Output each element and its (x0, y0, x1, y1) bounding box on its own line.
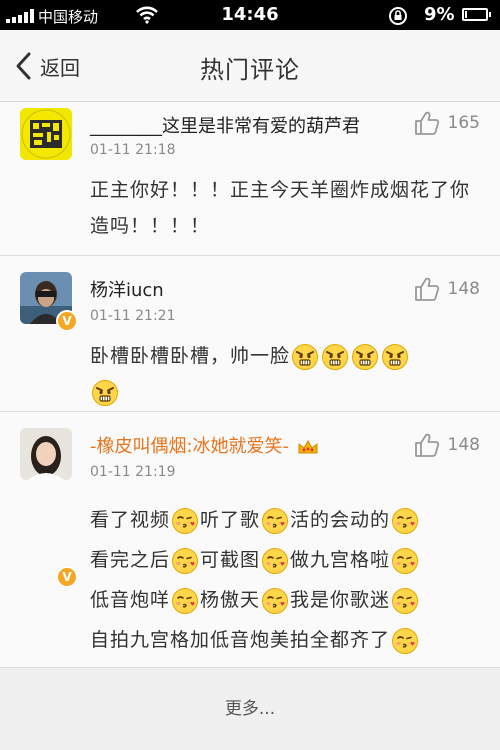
comment-time: 01-11 21:18 (90, 142, 176, 158)
comment-item: V 杨洋iucn 01-11 21:21 148 卧槽卧槽卧槽，帅一脸 (0, 256, 500, 412)
page-title: 热门评论 (200, 56, 300, 84)
kiss-emoji-icon (260, 507, 290, 534)
comment-text-fragment: 活的会动的 (290, 509, 391, 531)
like-button[interactable]: 148 (414, 276, 480, 302)
comment-username[interactable]: ________这里是非常有爱的葫芦君 (90, 112, 360, 138)
avatar[interactable] (20, 108, 72, 160)
verified-badge: V (56, 310, 78, 332)
comment-text-fragment: 看了视频 (90, 509, 171, 531)
like-button[interactable]: 165 (414, 110, 480, 136)
comment-text-fragment: 我是你歌迷 (290, 589, 391, 611)
comment-text-block: 卧槽卧槽卧槽，帅一脸 (90, 338, 485, 410)
avatar-image (20, 428, 72, 480)
status-bar: 中国移动 14:46 9% (0, 0, 500, 30)
comment-time: 01-11 21:19 (90, 464, 176, 480)
comment-text-fragment: 做九宫格啦 (290, 549, 391, 571)
kiss-emoji-icon-glyph (172, 587, 199, 614)
thumbs-up-icon (414, 277, 439, 301)
kiss-emoji-icon (170, 547, 200, 574)
kiss-emoji-icon (170, 507, 200, 534)
comment-username[interactable]: 杨洋iucn (90, 276, 164, 302)
comment-text-fragment: 低音炮咩 (90, 589, 171, 611)
crown-icon (298, 439, 318, 454)
kiss-emoji-icon-glyph (172, 547, 199, 574)
thumbs-up-icon (414, 111, 439, 135)
kiss-emoji-icon (390, 587, 420, 614)
battery-icon (462, 8, 491, 21)
comment-text-fragment: 杨傲天 (200, 589, 261, 611)
kiss-emoji-icon (390, 507, 420, 534)
like-count: 148 (447, 279, 480, 299)
like-button[interactable]: 148 (414, 432, 480, 458)
angry-emoji-icon-glyph (322, 343, 349, 370)
angry-emoji-icon-glyph (352, 343, 379, 370)
angry-emoji-icon (290, 343, 320, 370)
kiss-emoji-icon-glyph (392, 587, 419, 614)
angry-emoji-icon-glyph (382, 343, 409, 370)
comment-username[interactable]: -橡皮叫偶烟:冰她就爱笑- (90, 432, 319, 458)
vip-username-text: -橡皮叫偶烟:冰她就爱笑- (90, 436, 290, 457)
kiss-emoji-icon-glyph (392, 507, 419, 534)
comment-text: 卧槽卧槽卧槽，帅一脸 (90, 345, 291, 367)
kiss-emoji-icon-glyph (262, 547, 289, 574)
kiss-emoji-icon-glyph (392, 627, 419, 654)
angry-emoji-icon (380, 343, 410, 370)
kiss-emoji-icon (170, 587, 200, 614)
kiss-emoji-icon-glyph (262, 507, 289, 534)
avatar[interactable] (20, 428, 72, 480)
battery-percent: 9% (424, 4, 455, 25)
comment-text-fragment: 看完之后 (90, 549, 171, 571)
comment-item: V -橡皮叫偶烟:冰她就爱笑- 01-11 21:19 148 看了视频 听了歌 活… (0, 412, 500, 668)
verified-badge: V (56, 566, 78, 588)
nav-bar: 返回 热门评论 (0, 30, 500, 102)
avatar-image (21, 109, 71, 159)
kiss-emoji-icon (390, 627, 420, 654)
angry-emoji-icon (320, 343, 350, 370)
load-more-button[interactable]: 更多... (0, 668, 500, 750)
like-count: 165 (447, 113, 480, 133)
kiss-emoji-icon (260, 547, 290, 574)
comment-time: 01-11 21:21 (90, 308, 176, 324)
kiss-emoji-icon (260, 587, 290, 614)
like-count: 148 (447, 435, 480, 455)
angry-emoji-icon-glyph (92, 379, 118, 406)
kiss-emoji-icon-glyph (262, 587, 289, 614)
comment-item: ________这里是非常有爱的葫芦君 01-11 21:18 165 正主你好… (0, 102, 500, 256)
rotation-lock-icon (389, 7, 407, 25)
angry-emoji-icon (90, 379, 120, 406)
comment-text-block: 看了视频 听了歌 活的会动的 看完之后 可截图 做九宫格啦 低音炮咩 杨傲天 我是你歌迷 自… (90, 500, 485, 660)
battery-fill (465, 11, 467, 18)
kiss-emoji-icon (390, 547, 420, 574)
kiss-emoji-icon-glyph (172, 507, 199, 534)
comment-text-fragment: 听了歌 (200, 509, 261, 531)
thumbs-up-icon (414, 433, 439, 457)
angry-emoji-icon-glyph (292, 343, 319, 370)
comment-text-fragment: 自拍九宫格加低音炮美拍全都齐了 (90, 629, 391, 651)
kiss-emoji-icon-glyph (392, 547, 419, 574)
comment-text: 正主你好！！！正主今天羊圈炸成烟花了你造吗！！！！ (90, 179, 471, 237)
angry-emoji-icon (350, 343, 380, 370)
comment-text-fragment: 可截图 (200, 549, 261, 571)
